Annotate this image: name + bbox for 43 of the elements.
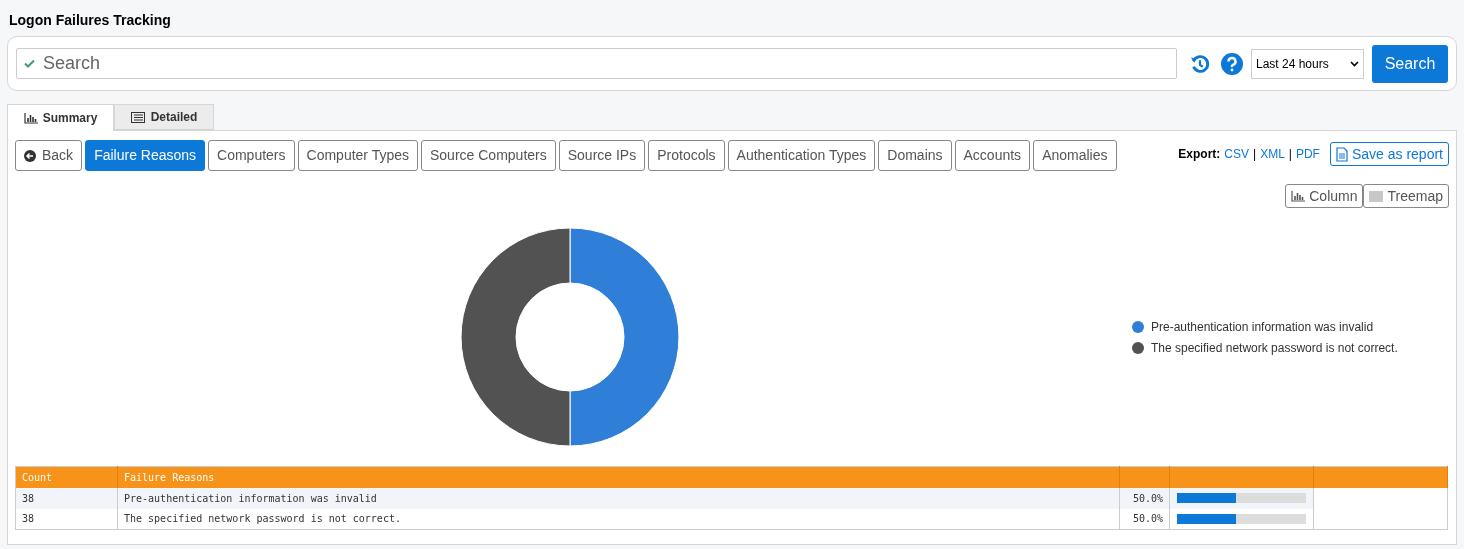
legend-label[interactable]: Pre-authentication information was invalid [1151,317,1374,336]
donut-slice[interactable] [460,227,571,447]
tab[interactable]: Detailed [114,104,214,130]
separator-text: | [1253,146,1257,163]
export-link[interactable]: CSV [1224,145,1249,163]
report-tab[interactable]: Computer Types [297,140,418,171]
save-as-report-button[interactable]: Save as report [1329,142,1449,166]
document-icon [1335,146,1348,162]
chart-type-button[interactable]: Column [1285,184,1364,208]
report-tab[interactable]: Accounts [954,140,1031,171]
search-button[interactable]: Search [1372,44,1448,83]
table-cell: 38 [15,487,118,509]
export-label: Export: [1178,146,1221,163]
table-cell: The specified network password is not correct. [117,508,1120,530]
bar-chart-icon [23,112,38,124]
report-tab[interactable]: Anomalies [1033,140,1117,171]
page-title: Logon Failures Tracking [8,11,172,30]
back-button[interactable]: Back [15,140,83,171]
report-tab[interactable]: Authentication Types [727,140,876,171]
chart-type-button[interactable]: Treemap [1363,184,1449,208]
report-tab[interactable]: Source IPs [558,140,646,171]
report-tab[interactable]: Domains [878,140,952,171]
help-icon[interactable] [1221,52,1243,75]
bar-chart-icon [1291,190,1306,202]
history-icon[interactable] [1189,52,1211,75]
back-arrow-icon [24,149,36,162]
separator-text: | [1288,146,1292,163]
legend-label[interactable]: The specified network password is not correct. [1151,338,1398,357]
tab[interactable]: Summary [7,104,114,131]
list-icon [130,111,145,123]
report-tab[interactable]: Source Computers [421,140,556,171]
export-link[interactable]: XML [1260,145,1285,163]
period-dropdown[interactable]: Last 24 hours [1251,48,1364,79]
report-tab[interactable]: Computers [208,140,295,171]
table-cell: Pre-authentication information was invalid [117,487,1120,509]
export-link[interactable]: PDF [1295,145,1320,163]
treemap-icon [1369,190,1384,202]
donut-slice[interactable] [569,227,680,447]
chevron-down-icon [1350,60,1359,67]
search-field[interactable]: Search [16,48,1177,79]
table-cell: 38 [15,508,118,530]
report-tab[interactable]: Failure Reasons [85,140,206,171]
report-tab[interactable]: Protocols [648,140,725,171]
